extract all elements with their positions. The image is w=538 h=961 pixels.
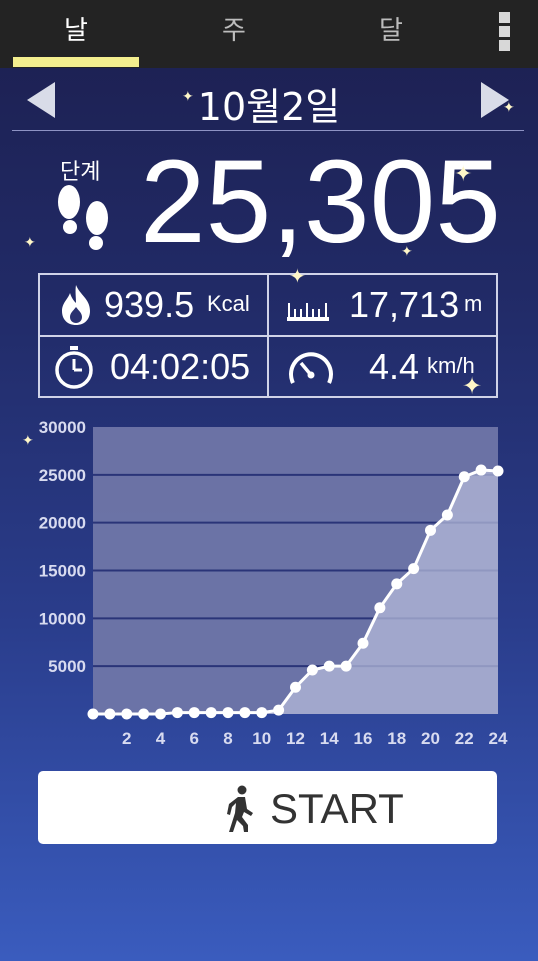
sparkle-decoration: ✦ (454, 162, 473, 187)
chart-data-point (425, 524, 436, 536)
start-button[interactable]: START (38, 771, 497, 844)
date-label: 10월2일 (197, 85, 341, 129)
y-tick-label: 10000 (39, 609, 86, 628)
distance-unit: m (464, 291, 483, 316)
speedometer-icon (289, 352, 333, 384)
hourly-steps-chart: 500010000150002000025000300002 4 6 8 10 12 14 1… (39, 418, 508, 748)
x-tick-label: 6 (190, 729, 199, 748)
chart-data-point (171, 707, 183, 719)
x-tick-label: 22 (455, 729, 474, 748)
steps-label: 단계 (60, 160, 101, 185)
chart-data-point (155, 708, 166, 720)
chart-data-point (104, 708, 116, 720)
sparkle-decoration: ✦ (289, 264, 306, 288)
chart-data-point (121, 708, 133, 720)
chart-data-point (340, 660, 352, 672)
y-tick-label: 25000 (39, 466, 86, 485)
sparkle-decoration: ✦ (182, 89, 194, 105)
y-tick-label: 5000 (48, 657, 86, 676)
chart-data-point (357, 637, 369, 649)
sparkle-decoration: ✦ (462, 372, 483, 400)
walking-person-icon (227, 785, 253, 832)
sparkle-decoration: ✦ (401, 244, 413, 260)
sparkle-decoration: ✦ (22, 433, 34, 449)
flame-icon (62, 285, 90, 325)
calories-unit: Kcal (207, 291, 250, 316)
chart-data-point (492, 465, 504, 477)
stopwatch-icon (55, 346, 93, 389)
chart-data-point (408, 563, 420, 575)
chart-data-point (256, 707, 268, 719)
x-tick-label: 4 (156, 729, 166, 748)
chart-data-point (441, 509, 453, 521)
sparkle-decoration: ✦ (503, 100, 515, 116)
divider (12, 130, 524, 131)
y-tick-label: 15000 (39, 562, 86, 581)
y-tick-label: 30000 (39, 418, 86, 437)
x-tick-label: 24 (489, 729, 508, 748)
tab-bar: 날 주 달 (0, 0, 538, 68)
chart-data-point (205, 707, 217, 719)
footprints-icon (58, 185, 108, 250)
chart-data-point (391, 578, 403, 590)
chart-data-point (290, 681, 301, 693)
stats-grid: 939.5 Kcal 17,713 m 04:02:05 4.4 km/h (38, 273, 498, 398)
chart-data-point (87, 708, 99, 720)
x-tick-label: 18 (387, 729, 406, 748)
chart-data-point (475, 464, 487, 476)
chart-data-point (188, 707, 200, 719)
x-tick-label: 8 (223, 729, 232, 748)
tab-week[interactable]: 주 (164, 8, 304, 54)
chart-data-point (222, 707, 234, 719)
sparkle-decoration: ✦ (24, 235, 36, 251)
duration-value: 04:02:05 (110, 346, 251, 387)
calories-value: 939.5 (104, 284, 195, 325)
ruler-icon (287, 303, 329, 321)
chart-data-point (458, 471, 470, 483)
y-tick-label: 20000 (39, 514, 86, 533)
x-tick-label: 14 (320, 729, 339, 748)
tab-month[interactable]: 달 (321, 8, 461, 54)
active-tab-indicator (13, 57, 139, 67)
chart-data-point (306, 664, 318, 676)
chart-data-point (374, 602, 386, 614)
chart-data-point (323, 660, 335, 672)
speed-value: 4.4 (369, 346, 420, 387)
distance-value: 17,713 (349, 284, 460, 325)
calories-cell: 939.5 Kcal (40, 275, 267, 335)
start-button-label: START (270, 785, 404, 832)
x-tick-label: 16 (354, 729, 373, 748)
tab-day[interactable]: 날 (6, 8, 146, 54)
x-tick-label: 12 (286, 729, 305, 748)
chart-data-point (273, 704, 285, 716)
steps-count: 25,305 (140, 136, 501, 268)
date-navigator: 10월2일 (0, 70, 538, 130)
x-tick-label: 20 (421, 729, 440, 748)
x-tick-label: 2 (122, 729, 131, 748)
duration-cell: 04:02:05 (40, 337, 267, 397)
chart-data-point (239, 707, 251, 719)
more-vertical-icon[interactable] (496, 12, 512, 52)
chart-data-point (138, 708, 150, 720)
x-tick-label: 10 (252, 729, 271, 748)
